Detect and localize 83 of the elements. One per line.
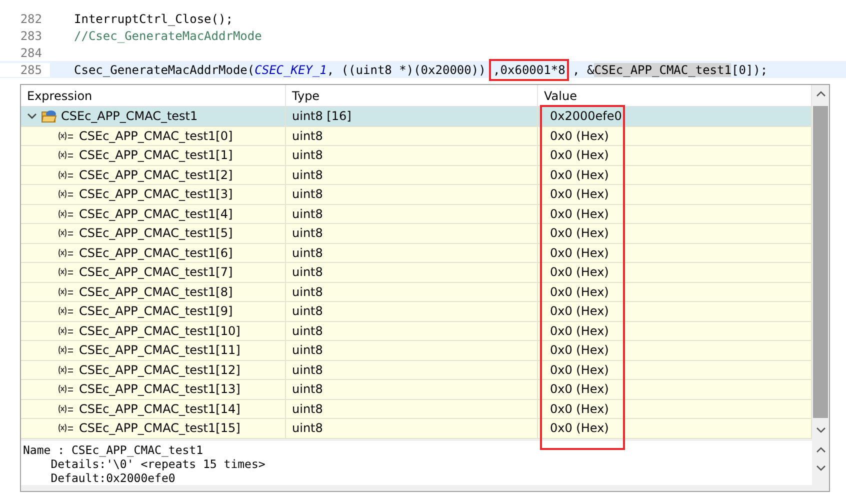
table-cell: uint8 (286, 380, 538, 398)
table-cell: uint8 (286, 282, 538, 301)
table-cell: uint8 (286, 360, 538, 379)
table-cell: CSEc_APP_CMAC_test1[14] (21, 400, 286, 418)
table-cell: CSEc_APP_CMAC_test1[13] (21, 380, 286, 398)
variable-icon (57, 130, 75, 141)
table-row[interactable]: CSEc_APP_CMAC_test1[12] uint8 0x0 (Hex) (21, 360, 812, 380)
folder-icon (41, 109, 57, 124)
table-row[interactable]: CSEc_APP_CMAC_test1[4] uint8 0x0 (Hex) (21, 204, 812, 224)
table-cell: CSEc_APP_CMAC_test1 (21, 107, 286, 126)
table-cell: uint8 (286, 302, 538, 320)
scroll-down-icon[interactable] (816, 426, 826, 434)
table-row[interactable]: CSEc_APP_CMAC_test1[10] uint8 0x0 (Hex) (21, 322, 812, 341)
expand-chevron-icon[interactable] (27, 112, 37, 120)
variable-icon (57, 208, 75, 219)
table-row[interactable]: CSEc_APP_CMAC_test1[9] uint8 0x0 (Hex) (21, 302, 812, 322)
code-line: //Csec_GenerateMacAddrMode (73, 28, 262, 42)
code-line: InterruptCtrl_Close(); (73, 12, 233, 26)
table-cell: uint8 (286, 419, 538, 438)
variable-icon (57, 423, 75, 434)
table-row[interactable]: CSEc_APP_CMAC_test1[7] uint8 0x0 (Hex) (21, 263, 812, 282)
table-cell: uint8 (286, 322, 538, 340)
table-row[interactable]: CSEc_APP_CMAC_test1[14] uint8 0x0 (Hex) (21, 400, 812, 419)
variable-icon (57, 326, 75, 336)
table-cell: uint8 (286, 126, 538, 145)
variable-icon (57, 170, 75, 180)
table-cell: uint8 (286, 341, 538, 360)
variable-icon (57, 228, 75, 238)
table-cell: CSEc_APP_CMAC_test1[10] (21, 322, 286, 340)
table-cell: CSEc_APP_CMAC_test1[1] (21, 146, 286, 164)
table-cell: CSEc_APP_CMAC_test1[12] (21, 360, 286, 379)
table-cell: CSEc_APP_CMAC_test1[6] (21, 244, 286, 262)
table-cell: uint8 [16] (286, 107, 538, 126)
table-row[interactable]: CSEc_APP_CMAC_test1[6] uint8 0x0 (Hex) (21, 244, 812, 263)
column-header[interactable]: Expression (21, 85, 286, 106)
variable-icon (57, 384, 75, 394)
details-text: Details:'\0' <repeats 15 times> (50, 456, 266, 470)
variable-icon (57, 404, 75, 414)
table-row[interactable]: CSEc_APP_CMAC_test1 uint8 [16] 0x2000efe0 (21, 107, 812, 126)
table-cell: uint8 (286, 185, 538, 204)
table-row[interactable]: CSEc_APP_CMAC_test1[8] uint8 0x0 (Hex) (21, 282, 812, 302)
table-row[interactable]: CSEc_APP_CMAC_test1[3] uint8 0x0 (Hex) (21, 185, 812, 204)
table-row[interactable]: CSEc_APP_CMAC_test1[2] uint8 0x0 (Hex) (21, 166, 812, 185)
horizontal-scrollbar[interactable] (21, 484, 829, 491)
column-header[interactable]: Type (286, 85, 538, 106)
table-cell: CSEc_APP_CMAC_test1[3] (21, 185, 286, 204)
details-text: Default:0x2000efe0 (50, 470, 176, 484)
table-cell: CSEc_APP_CMAC_test1[0] (21, 126, 286, 145)
table-row[interactable]: CSEc_APP_CMAC_test1[11] uint8 0x0 (Hex) (21, 341, 812, 360)
table-cell: uint8 (286, 244, 538, 262)
scroll-up-icon[interactable] (816, 90, 826, 98)
table-cell: uint8 (286, 204, 538, 223)
variable-icon (57, 267, 75, 278)
variable-icon (57, 150, 75, 160)
variable-icon (57, 248, 75, 258)
table-row[interactable]: CSEc_APP_CMAC_test1[13] uint8 0x0 (Hex) (21, 380, 812, 400)
variable-icon (57, 189, 75, 200)
table-cell: uint8 (286, 224, 538, 242)
table-row[interactable]: CSEc_APP_CMAC_test1[5] uint8 0x0 (Hex) (21, 224, 812, 244)
variable-icon (57, 306, 75, 316)
table-cell: CSEc_APP_CMAC_test1[8] (21, 282, 286, 301)
vertical-scrollbar[interactable] (812, 85, 829, 438)
table-cell: CSEc_APP_CMAC_test1[9] (21, 302, 286, 320)
scroll-up-icon[interactable] (816, 446, 826, 454)
table-cell: CSEc_APP_CMAC_test1[4] (21, 204, 286, 223)
table-cell: CSEc_APP_CMAC_test1[15] (21, 419, 286, 438)
table-row[interactable]: CSEc_APP_CMAC_test1[0] uint8 0x0 (Hex) (21, 126, 812, 146)
table-cell: CSEc_APP_CMAC_test1[7] (21, 263, 286, 282)
variable-icon (57, 364, 75, 375)
table-cell: CSEc_APP_CMAC_test1[2] (21, 166, 286, 184)
table-row[interactable]: CSEc_APP_CMAC_test1[1] uint8 0x0 (Hex) (21, 146, 812, 166)
table-cell: uint8 (286, 400, 538, 418)
variable-icon (57, 286, 75, 297)
table-cell: uint8 (286, 166, 538, 184)
line-number: 285 (0, 62, 50, 76)
table-row[interactable]: CSEc_APP_CMAC_test1[15] uint8 0x0 (Hex) (21, 419, 812, 438)
table-cell: uint8 (286, 146, 538, 164)
variable-icon (57, 345, 75, 356)
details-text: Name : CSEc_APP_CMAC_test1 (23, 442, 204, 456)
table-cell: CSEc_APP_CMAC_test1[5] (21, 224, 286, 242)
table-cell: CSEc_APP_CMAC_test1[11] (21, 341, 286, 360)
scroll-down-icon[interactable] (816, 464, 826, 472)
table-cell: uint8 (286, 263, 538, 282)
